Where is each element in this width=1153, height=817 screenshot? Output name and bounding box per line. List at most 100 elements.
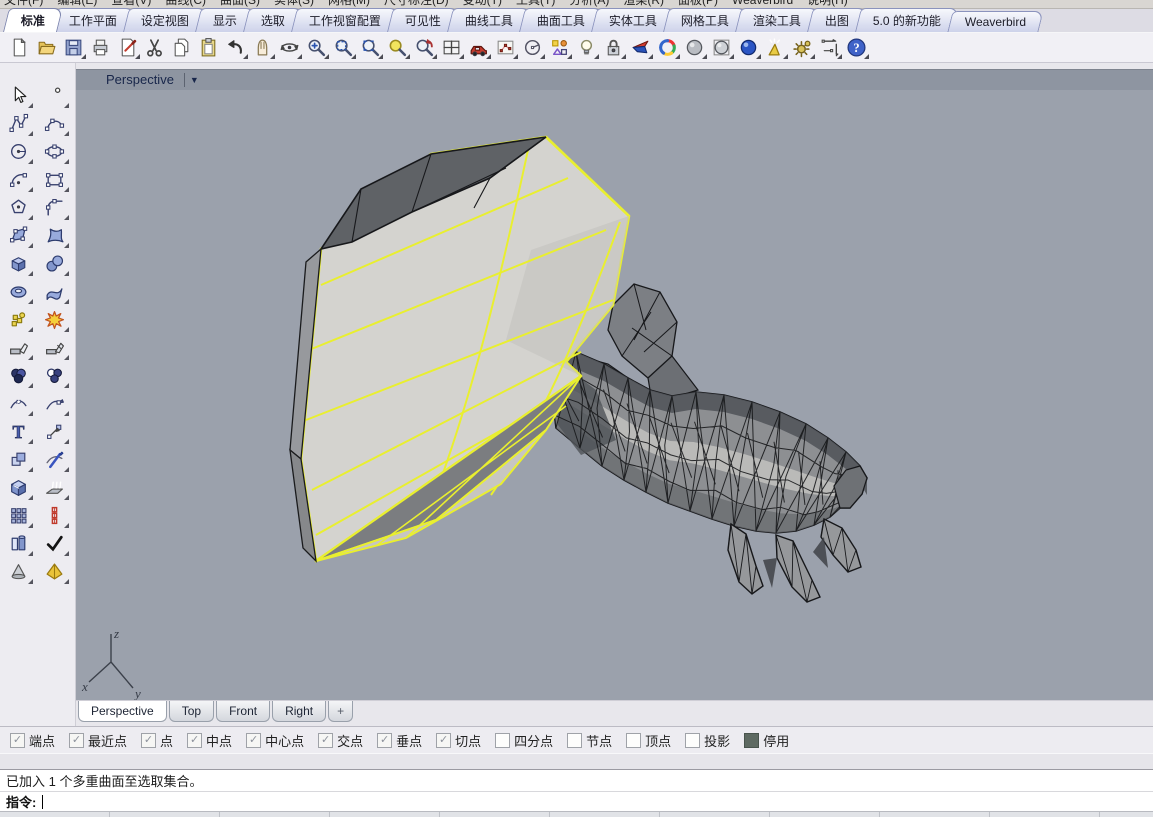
toolbar-icon-open-file[interactable]	[33, 35, 60, 60]
tool-icon-chamfer-edge[interactable]	[39, 334, 69, 360]
menu-2[interactable]: 查看(V)	[111, 0, 151, 7]
viewport-dropdown-icon[interactable]: ▼	[190, 75, 199, 85]
menu-11[interactable]: 渲染(R)	[623, 0, 664, 7]
toolbar-tab-mesh-tools[interactable]: 网格工具	[663, 8, 747, 32]
viewport-tab-top[interactable]: Top	[169, 701, 214, 722]
osnap-disable[interactable]: 停用	[744, 731, 789, 750]
tool-icon-box[interactable]	[3, 250, 33, 276]
osnap-center[interactable]: 中心点	[246, 731, 304, 750]
tool-icon-cone[interactable]	[3, 558, 33, 584]
tool-icon-extend-curve[interactable]	[39, 390, 69, 416]
osnap-checkbox-near[interactable]	[69, 733, 84, 748]
menu-7[interactable]: 尺寸标注(D)	[384, 0, 449, 7]
osnap-quadrant[interactable]: 四分点	[495, 731, 553, 750]
osnap-checkbox-center[interactable]	[246, 733, 261, 748]
osnap-perpendicular[interactable]: 垂点	[377, 731, 422, 750]
tool-icon-array-linear[interactable]	[39, 502, 69, 528]
tool-icon-explode[interactable]	[39, 306, 69, 332]
toolbar-icon-viewport-layout[interactable]	[438, 35, 465, 60]
osnap-checkbox-perpendicular[interactable]	[377, 733, 392, 748]
menu-4[interactable]: 曲面(S)	[220, 0, 260, 7]
tool-icon-select-pointer[interactable]	[3, 82, 33, 108]
toolbar-icon-new-document[interactable]	[6, 35, 33, 60]
osnap-checkbox-vertex[interactable]	[626, 733, 641, 748]
tool-icon-group-objects[interactable]	[3, 530, 33, 556]
osnap-checkbox-end[interactable]	[10, 733, 25, 748]
toolbar-icon-shaded-view[interactable]	[681, 35, 708, 60]
viewport-tab-right[interactable]: Right	[272, 701, 326, 722]
osnap-vertex[interactable]: 顶点	[626, 731, 671, 750]
toolbar-icon-zoom-dynamic[interactable]	[303, 35, 330, 60]
tool-icon-polyline[interactable]	[3, 110, 33, 136]
menu-14[interactable]: 说明(H)	[807, 0, 848, 7]
osnap-mid[interactable]: 中点	[187, 731, 232, 750]
tool-icon-pyramid[interactable]	[39, 558, 69, 584]
tool-icon-drape-surface[interactable]	[39, 474, 69, 500]
osnap-checkbox-mid[interactable]	[187, 733, 202, 748]
menu-12[interactable]: 面板(P)	[678, 0, 718, 7]
toolbar-icon-copy[interactable]	[168, 35, 195, 60]
toolbar-icon-ghosted-view[interactable]	[708, 35, 735, 60]
toolbar-tab-curve-tools[interactable]: 曲线工具	[447, 8, 531, 32]
menu-0[interactable]: 文件(F)	[4, 0, 43, 7]
tool-icon-boolean-union[interactable]	[39, 362, 69, 388]
osnap-checkbox-quadrant[interactable]	[495, 733, 510, 748]
toolbar-tab-cplane[interactable]: 工作平面	[51, 8, 135, 32]
toolbar-tab-surface-tools[interactable]: 曲面工具	[519, 8, 603, 32]
toolbar-icon-zoom-extents[interactable]	[357, 35, 384, 60]
tool-icon-sphere[interactable]	[39, 250, 69, 276]
osnap-near[interactable]: 最近点	[69, 731, 127, 750]
tool-icon-ellipse[interactable]	[39, 138, 69, 164]
toolbar-tab-set-view[interactable]: 设定视图	[123, 8, 207, 32]
tool-icon-move-control-points[interactable]	[39, 418, 69, 444]
osnap-point[interactable]: 点	[141, 731, 173, 750]
toolbar-tab-render-tools[interactable]: 渲染工具	[735, 8, 819, 32]
toolbar-icon-walkabout[interactable]	[465, 35, 492, 60]
toolbar-icon-selection-filter[interactable]	[546, 35, 573, 60]
viewport-tab-front[interactable]: Front	[216, 701, 270, 722]
toolbar-icon-named-positions[interactable]	[492, 35, 519, 60]
osnap-checkbox-knot[interactable]	[567, 733, 582, 748]
viewport-tab-add-viewport[interactable]: +	[328, 701, 353, 722]
toolbar-icon-rotate-view[interactable]	[276, 35, 303, 60]
toolbar-icon-spotlight[interactable]	[762, 35, 789, 60]
toolbar-tab-viewport-layout[interactable]: 工作视窗配置	[291, 8, 399, 32]
toolbar-icon-dimension[interactable]	[816, 35, 843, 60]
toolbar-icon-undo-view[interactable]	[411, 35, 438, 60]
osnap-project[interactable]: 投影	[685, 731, 730, 750]
tool-icon-circle[interactable]	[3, 138, 33, 164]
tool-icon-twisted-surface[interactable]	[39, 278, 69, 304]
osnap-checkbox-point[interactable]	[141, 733, 156, 748]
osnap-checkbox-project[interactable]	[685, 733, 700, 748]
menu-13[interactable]: Weaverbird	[732, 0, 793, 7]
osnap-checkbox-tangent[interactable]	[436, 733, 451, 748]
command-line[interactable]: 指令:	[0, 791, 1153, 811]
tool-icon-join-puzzle[interactable]	[3, 306, 33, 332]
osnap-tangent[interactable]: 切点	[436, 731, 481, 750]
tool-icon-polygon[interactable]	[3, 194, 33, 220]
toolbar-tab-new-in-v5[interactable]: 5.0 的新功能	[855, 8, 959, 32]
tool-icon-trim[interactable]	[39, 446, 69, 472]
toolbar-icon-print[interactable]	[87, 35, 114, 60]
menu-9[interactable]: 工具(T)	[516, 0, 555, 7]
osnap-checkbox-disable[interactable]	[744, 733, 759, 748]
tool-icon-torus[interactable]	[3, 278, 33, 304]
viewport-canvas[interactable]: zxy	[76, 90, 1153, 701]
toolbar-icon-help[interactable]: ?	[843, 35, 870, 60]
toolbar-icon-measure-radius[interactable]	[519, 35, 546, 60]
toolbar-icon-save-file[interactable]	[60, 35, 87, 60]
menu-3[interactable]: 曲线(C)	[165, 0, 206, 7]
viewport-title-bar[interactable]: Perspective ▼	[76, 69, 1153, 90]
menu-6[interactable]: 网格(M)	[328, 0, 370, 7]
menu-10[interactable]: 分析(A)	[569, 0, 609, 7]
tool-icon-text-object[interactable]: T	[3, 418, 33, 444]
osnap-checkbox-intersection[interactable]	[318, 733, 333, 748]
toolbar-tab-standard[interactable]: 标准	[3, 8, 63, 32]
toolbar-icon-visibility[interactable]	[573, 35, 600, 60]
toolbar-icon-render[interactable]	[627, 35, 654, 60]
toolbar-icon-paste[interactable]	[195, 35, 222, 60]
tool-icon-surface-corner-points[interactable]	[3, 222, 33, 248]
toolbar-icon-cut[interactable]	[141, 35, 168, 60]
tool-icon-fillet-edge[interactable]	[3, 334, 33, 360]
toolbar-tab-solid-tools[interactable]: 实体工具	[591, 8, 675, 32]
